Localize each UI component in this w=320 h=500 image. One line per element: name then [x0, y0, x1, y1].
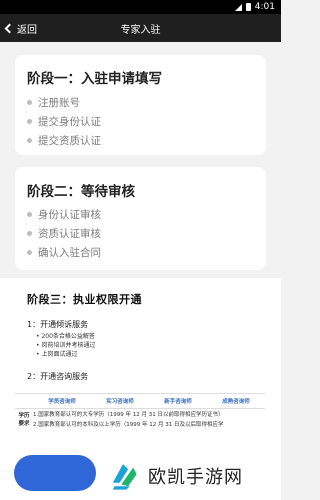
list-item: 提交资质认证	[27, 131, 101, 150]
bullet-dot-icon	[27, 100, 32, 105]
bullet-dot-icon	[27, 231, 32, 236]
table-header-row: 学员咨询师 实习咨询师 新手咨询师 成熟咨询师	[15, 393, 265, 409]
column-header: 新手咨询师	[149, 393, 207, 409]
nav-bar: 返回 专家入驻	[0, 14, 281, 42]
row-header: 学历 要求	[18, 412, 30, 427]
back-label: 返回	[17, 24, 37, 36]
page-title: 专家入驻	[120, 24, 161, 36]
table-cell: 2.国家教育部认可的本科及以上学历（1999 年 12 月 31 日及以后取得相…	[33, 421, 224, 428]
watermark-text: 欧凯手游网	[148, 467, 243, 488]
watermark: 欧凯手游网	[100, 452, 281, 500]
apply-button[interactable]	[14, 455, 96, 491]
back-button[interactable]: 返回	[0, 14, 37, 42]
table-row: 2.国家教育部认可的本科及以上学历（1999 年 12 月 31 日及以后取得相…	[15, 419, 265, 429]
bullet-dot-icon	[27, 119, 32, 124]
stage3-title: 阶段三：执业权限开通	[27, 293, 142, 306]
status-bar: 4:01	[0, 0, 281, 14]
table-row: 学历 要求 1.国家教育部认可的大专学历（1999 年 12 月 31 日以前取…	[15, 409, 265, 427]
list-item: 身份认证审核	[27, 205, 101, 224]
list-item: 提交身份认证	[27, 112, 101, 131]
bullet-dot-icon	[27, 212, 32, 217]
table-cell: 1.国家教育部认可的大专学历（1999 年 12 月 31 日以前取得相应学历证…	[33, 411, 224, 418]
list-item: • 上岗面试通过	[36, 351, 78, 358]
stage1-card: 阶段一：入驻申请填写 注册账号 提交身份认证 提交资质认证	[15, 55, 266, 155]
status-time: 4:01	[254, 2, 275, 12]
bullet-dot-icon	[27, 138, 32, 143]
stage1-title: 阶段一：入驻申请填写	[27, 71, 162, 87]
section-heading: 2：开通咨询服务	[27, 372, 89, 381]
column-header: 成熟咨询师	[207, 393, 265, 409]
chevron-left-icon	[4, 23, 15, 33]
stage2-card: 阶段二：等待审核 身份认证审核 资质认证审核 确认入驻合同	[15, 167, 266, 270]
list-item: • 200条合格公益解答	[36, 333, 95, 340]
list-item: • 岗前培训并考核通过	[36, 342, 96, 349]
section-heading: 1：开通倾诉服务	[27, 320, 89, 329]
column-header: 实习咨询师	[91, 393, 149, 409]
site-logo-icon	[112, 464, 137, 490]
list-item: 确认入驻合同	[27, 243, 101, 262]
stage1-list: 注册账号 提交身份认证 提交资质认证	[27, 93, 101, 150]
list-item: 资质认证审核	[27, 224, 101, 243]
battery-icon	[245, 3, 251, 11]
stage2-title: 阶段二：等待审核	[27, 184, 135, 200]
bullet-dot-icon	[27, 250, 32, 255]
list-item: 注册账号	[27, 93, 101, 112]
requirements-table: 学员咨询师 实习咨询师 新手咨询师 成熟咨询师 学历 要求 1.国家教育部认可的…	[15, 393, 265, 429]
stage2-list: 身份认证审核 资质认证审核 确认入驻合同	[27, 205, 101, 262]
signal-icon	[234, 3, 242, 11]
column-header: 学员咨询师	[33, 393, 91, 409]
